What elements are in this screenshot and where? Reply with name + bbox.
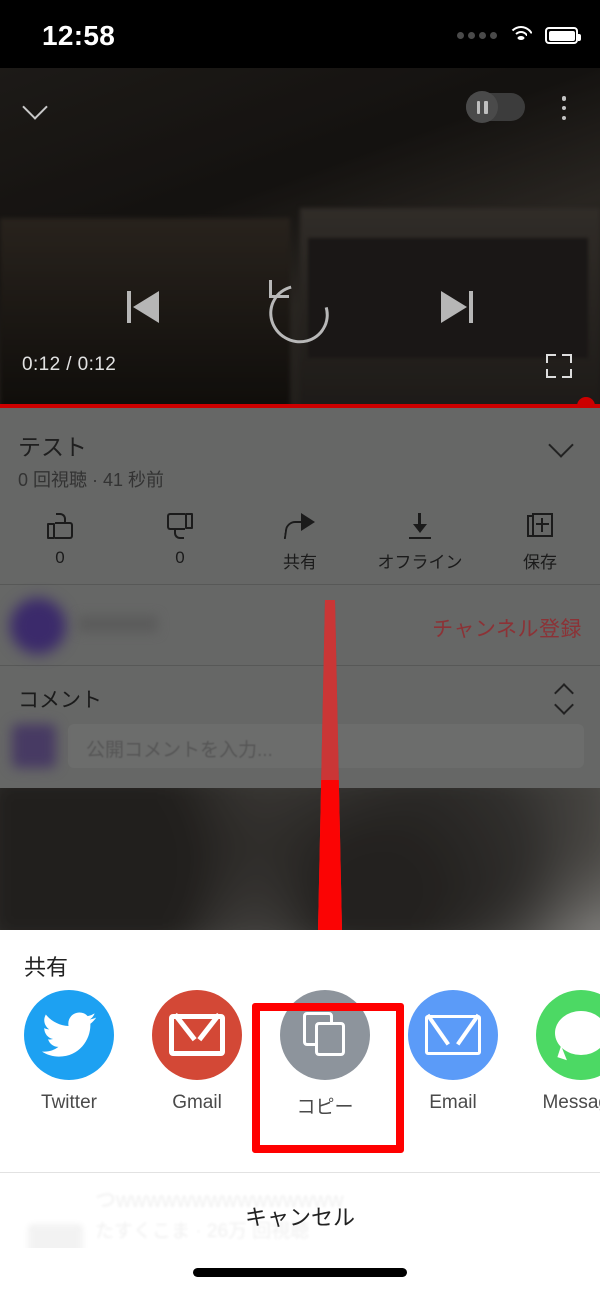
save-playlist-icon [527, 506, 553, 546]
skip-previous-icon[interactable] [125, 289, 165, 325]
share-app-twitter[interactable]: Twitter [5, 990, 133, 1114]
like-count: 0 [55, 548, 65, 567]
email-icon [408, 990, 498, 1080]
offline-label: オフライン [377, 553, 463, 572]
signal-dots-icon [457, 32, 497, 39]
wifi-icon [508, 26, 534, 45]
thumb-down-icon [167, 506, 193, 546]
autoplay-toggle[interactable] [466, 91, 525, 123]
more-vertical-icon[interactable] [552, 92, 576, 124]
fullscreen-icon[interactable] [546, 354, 572, 378]
share-app-email[interactable]: Email [389, 990, 517, 1114]
video-details: テスト 0 回視聴 · 41 秒前 0 0 共有 オフライン 保存 チャンネル登… [0, 408, 600, 930]
thumb-up-icon [47, 506, 73, 546]
share-app-label: Message [542, 1092, 600, 1113]
save-button[interactable]: 保存 [480, 502, 600, 584]
status-bar: 12:58 [0, 0, 600, 68]
subscribe-button[interactable]: チャンネル登録 [432, 613, 582, 643]
gmail-icon [152, 990, 242, 1080]
share-app-label: Gmail [172, 1092, 222, 1113]
dislike-button[interactable]: 0 [120, 502, 240, 584]
offline-button[interactable]: オフライン [360, 502, 480, 584]
channel-row[interactable]: チャンネル登録 [0, 585, 600, 665]
comment-placeholder: 公開コメントを入力... [86, 740, 273, 761]
home-indicator [193, 1268, 407, 1277]
comments-section: コメント 公開コメントを入力... [0, 666, 600, 776]
share-app-label: Twitter [41, 1092, 97, 1113]
chevron-down-icon[interactable] [22, 90, 52, 120]
playback-controls [0, 273, 600, 355]
dislike-count: 0 [175, 548, 185, 567]
video-player[interactable]: 0:12 / 0:12 [0, 68, 600, 408]
chevron-down-icon[interactable] [550, 432, 576, 458]
share-app-label: Email [429, 1092, 477, 1113]
share-label: 共有 [283, 553, 317, 572]
messages-icon [536, 990, 600, 1080]
status-bar-indicators [457, 26, 581, 45]
share-app-messages[interactable]: Message [517, 990, 600, 1114]
time-display: 0:12 / 0:12 [22, 354, 117, 375]
avatar [10, 598, 66, 654]
save-label: 保存 [523, 553, 557, 572]
share-sheet-title: 共有 [24, 955, 69, 980]
twitter-icon [24, 990, 114, 1080]
replay-icon[interactable] [258, 273, 340, 355]
skip-next-icon[interactable] [435, 289, 475, 325]
phone-screen: 12:58 0:12 / 0:12 テスト 0 回視聴 · 41 秒前 0 0 … [0, 0, 600, 1298]
battery-full-icon [545, 27, 581, 44]
video-meta: 0 回視聴 · 41 秒前 [18, 470, 165, 490]
page-title: テスト [18, 434, 87, 460]
share-icon [283, 506, 315, 546]
suggested-video-thumbnail[interactable] [0, 788, 600, 930]
comments-title: コメント [18, 689, 102, 712]
highlight-box [252, 1003, 404, 1153]
cancel-button[interactable]: キャンセル [0, 1173, 600, 1258]
progress-scrubber[interactable] [577, 397, 595, 408]
status-bar-clock: 12:58 [42, 20, 116, 51]
sort-icon[interactable] [554, 684, 576, 714]
download-icon [407, 506, 433, 546]
avatar [12, 724, 56, 768]
action-row: 0 0 共有 オフライン 保存 [0, 502, 600, 584]
share-app-gmail[interactable]: Gmail [133, 990, 261, 1114]
comment-input[interactable]: 公開コメントを入力... [68, 724, 584, 768]
pause-toggle-icon [466, 91, 498, 123]
share-button[interactable]: 共有 [240, 502, 360, 584]
channel-name [78, 615, 158, 633]
like-button[interactable]: 0 [0, 502, 120, 584]
